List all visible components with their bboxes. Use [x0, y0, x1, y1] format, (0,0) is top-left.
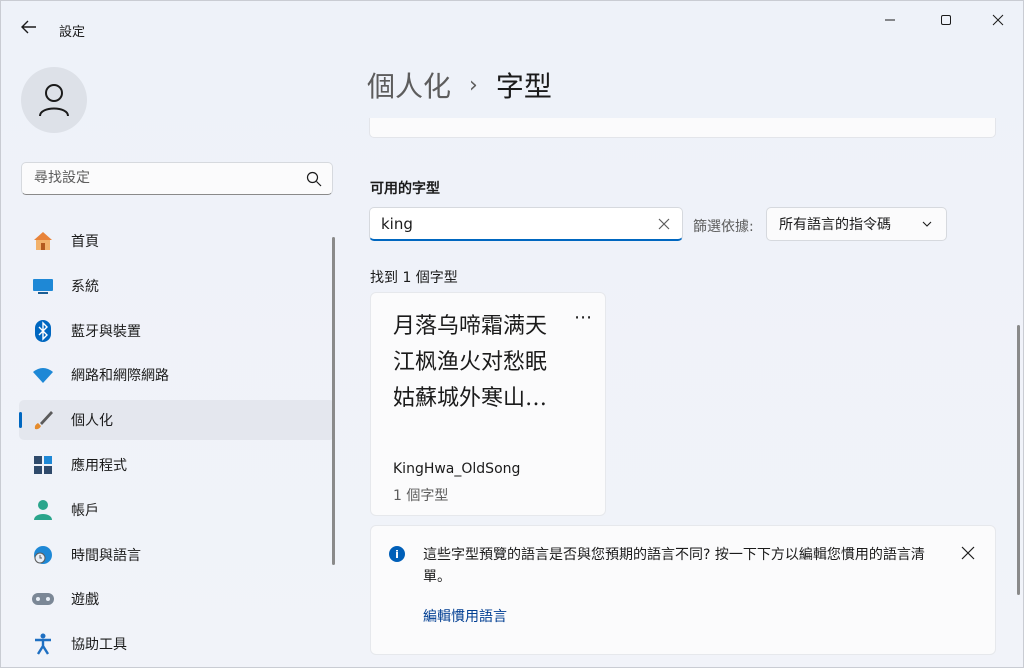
preview-line: 姑蘇城外寒山… [393, 386, 548, 411]
accessibility-icon [31, 632, 55, 656]
gamepad-icon [31, 587, 55, 611]
breadcrumb-parent[interactable]: 個人化 [367, 65, 451, 105]
sidebar-item-label: 時間與語言 [71, 547, 141, 564]
sidebar-item-label: 網路和網際網路 [71, 368, 169, 385]
edit-preferred-languages-link[interactable]: 編輯慣用語言 [423, 606, 507, 626]
home-icon [31, 229, 55, 253]
apps-icon [31, 453, 55, 477]
main-scrollbar[interactable] [1017, 325, 1020, 595]
sidebar-item-time-language[interactable]: 時間與語言 [19, 535, 335, 575]
settings-window: 設定 首頁 系統 [0, 0, 1024, 668]
maximize-button[interactable] [923, 5, 969, 35]
globe-clock-icon [31, 543, 55, 567]
sidebar-item-label: 系統 [71, 278, 99, 295]
sidebar-item-accounts[interactable]: 帳戶 [19, 490, 335, 530]
breadcrumb-separator: › [469, 72, 478, 98]
sidebar-item-label: 藍牙與裝置 [71, 323, 141, 340]
font-face-count: 1 個字型 [393, 488, 449, 504]
page-title: 字型 [495, 70, 552, 103]
title-bar: 設定 [1, 1, 1023, 49]
user-icon [39, 84, 69, 117]
sidebar-item-system[interactable]: 系統 [19, 266, 335, 306]
sidebar-item-label: 應用程式 [71, 457, 127, 474]
avatar[interactable] [21, 67, 87, 133]
sidebar-item-bluetooth[interactable]: 藍牙與裝置 [19, 311, 335, 351]
result-count: 找到 1 個字型 [370, 270, 458, 286]
sidebar-nav: 首頁 系統 藍牙與裝置 網路和網際網路 個人化 應用程式 帳戶 時間與語言 遊戲… [19, 221, 335, 668]
previous-section-card [369, 118, 996, 138]
available-fonts-heading: 可用的字型 [370, 181, 440, 197]
sidebar-item-accessibility[interactable]: 協助工具 [19, 624, 335, 664]
font-search[interactable] [369, 207, 683, 241]
font-preview: 月落乌啼霜满天 江枫渔火对愁眠 姑蘇城外寒山… [393, 309, 573, 417]
filter-dropdown[interactable]: 所有語言的指令碼 [766, 207, 947, 241]
minimize-icon [885, 19, 895, 21]
font-name: KingHwa_OldSong [393, 461, 521, 477]
font-card[interactable]: 月落乌啼霜满天 江枫渔火对愁眠 姑蘇城外寒山… ⋯ KingHwa_OldSon… [370, 292, 606, 516]
settings-search[interactable] [21, 162, 333, 195]
wifi-icon [31, 363, 55, 387]
app-title: 設定 [59, 25, 86, 40]
dismiss-icon[interactable] [961, 546, 975, 560]
info-icon: i [389, 546, 405, 562]
preview-line: 月落乌啼霜满天 [393, 314, 548, 339]
bluetooth-icon [31, 319, 55, 343]
sidebar-item-personalization[interactable]: 個人化 [19, 400, 335, 441]
sidebar-item-network[interactable]: 網路和網際網路 [19, 355, 335, 395]
minimize-button[interactable] [867, 5, 913, 35]
maximize-icon [941, 15, 951, 25]
sidebar-item-home[interactable]: 首頁 [19, 221, 335, 261]
sidebar-item-label: 協助工具 [71, 637, 127, 654]
sidebar-scrollbar[interactable] [332, 237, 335, 565]
sidebar-item-label: 帳戶 [71, 502, 99, 519]
back-button[interactable] [15, 13, 43, 41]
font-search-input[interactable] [381, 215, 641, 233]
chevron-down-icon [922, 221, 932, 227]
clear-icon[interactable] [658, 218, 670, 230]
back-arrow-icon [21, 20, 36, 34]
sidebar-item-apps[interactable]: 應用程式 [19, 445, 335, 485]
sidebar-item-label: 首頁 [71, 234, 99, 250]
account-icon [31, 498, 55, 522]
brush-icon [31, 408, 55, 432]
filter-label: 篩選依據: [693, 219, 754, 235]
breadcrumb: 個人化 › 字型 [367, 65, 552, 105]
more-options-icon[interactable]: ⋯ [574, 307, 593, 328]
sidebar-item-label: 遊戲 [71, 592, 99, 609]
settings-search-input[interactable] [34, 170, 304, 186]
info-text: 這些字型預覽的語言是否與您預期的語言不同? 按一下下方以編輯您慣用的語言清單。 [423, 547, 925, 585]
filter-value: 所有語言的指令碼 [779, 217, 891, 233]
sidebar-item-label: 個人化 [71, 413, 113, 430]
sidebar-item-gaming[interactable]: 遊戲 [19, 579, 335, 619]
close-window-button[interactable] [975, 5, 1021, 35]
system-icon [31, 274, 55, 298]
close-icon [992, 14, 1004, 26]
language-info-banner: i 這些字型預覽的語言是否與您預期的語言不同? 按一下下方以編輯您慣用的語言清單… [370, 525, 996, 655]
preview-line: 江枫渔火对愁眠 [393, 350, 548, 375]
search-icon[interactable] [306, 171, 322, 187]
